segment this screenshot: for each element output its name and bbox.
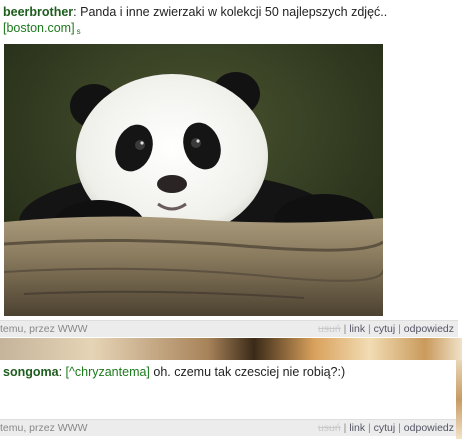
post-1-actions: usuń | link | cytuj | odpowiedz	[318, 321, 454, 337]
post-1-text: Panda i inne zwierzaki w kolekcji 50 naj…	[80, 5, 388, 19]
post-2: songoma: [^chryzantema] oh. czemu tak cz…	[0, 360, 462, 439]
post-2-timestamp: temu, przez WWW	[0, 422, 88, 434]
background-strip	[0, 338, 462, 360]
post-2-quote-link[interactable]: cytuj	[374, 422, 396, 434]
post-1-delete-link[interactable]: usuń	[318, 323, 341, 335]
post-2-permalink[interactable]: link	[349, 422, 365, 434]
post-2-separator: :	[58, 365, 63, 379]
post-2-actions: usuń | link | cytuj | odpowiedz	[318, 420, 454, 436]
panda-photo	[4, 44, 383, 316]
post-2-header: songoma: [^chryzantema] oh. czemu tak cz…	[3, 364, 456, 380]
background-edge	[456, 360, 462, 439]
post-1-actions-separator: |	[365, 323, 374, 335]
post-1-actions-separator: |	[395, 323, 404, 335]
post-2-mention-link[interactable]: [^chryzantema]	[66, 365, 150, 379]
post-2-actions-separator: |	[395, 422, 404, 434]
post-1-header: beerbrother: Panda i inne zwierzaki w ko…	[3, 4, 456, 40]
post-1: beerbrother: Panda i inne zwierzaki w ko…	[0, 0, 462, 338]
post-1-separator: :	[73, 5, 77, 19]
post-1-permalink[interactable]: link	[349, 323, 365, 335]
post-2-footer: temu, przez WWW usuń | link | cytuj | od…	[0, 419, 458, 436]
post-2-username[interactable]: songoma	[3, 365, 59, 379]
post-2-text: oh. czemu tak czesciej nie robią?:)	[149, 365, 346, 379]
post-1-quote-link[interactable]: cytuj	[374, 323, 396, 335]
post-1-username[interactable]: beerbrother	[3, 5, 73, 19]
post-2-reply-link[interactable]: odpowiedz	[404, 422, 454, 434]
post-2-delete-link[interactable]: usuń	[318, 422, 341, 434]
post-1-timestamp: temu, przez WWW	[0, 323, 88, 335]
post-1-source-link[interactable]: [boston.com]	[3, 21, 75, 35]
post-1-reply-link[interactable]: odpowiedz	[404, 323, 454, 335]
post-2-actions-separator: |	[365, 422, 374, 434]
post-1-source-marker: s	[76, 27, 81, 36]
post-1-footer: temu, przez WWW usuń | link | cytuj | od…	[0, 320, 458, 337]
post-1-photo[interactable]	[4, 44, 383, 316]
